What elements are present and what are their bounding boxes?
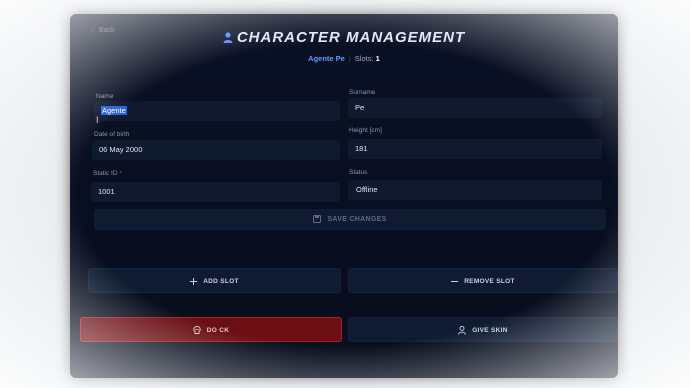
- slots-label: Slots:: [354, 54, 374, 63]
- minus-icon: [451, 280, 459, 282]
- remove-slot-label: REMOVE SLOT: [464, 278, 515, 285]
- ck-button[interactable]: DO CK: [80, 317, 342, 342]
- static-id-label: Static ID *: [93, 170, 122, 177]
- height-label: Height [cm]: [349, 127, 382, 134]
- status-label: Status: [349, 169, 368, 176]
- person-icon: [458, 325, 467, 335]
- give-skin-label: GIVE SKIN: [472, 327, 508, 334]
- add-slot-button[interactable]: ADD SLOT: [88, 268, 341, 293]
- dob-field[interactable]: 06 May 2000: [92, 140, 340, 160]
- save-changes-label: SAVE CHANGES: [327, 216, 387, 223]
- static-id-field[interactable]: 1001: [91, 182, 340, 202]
- remove-slot-button[interactable]: REMOVE SLOT: [348, 268, 618, 293]
- surname-field[interactable]: Pe: [348, 98, 602, 118]
- plus-icon: [190, 277, 198, 285]
- ck-label: DO CK: [206, 327, 230, 334]
- user-icon: [223, 32, 233, 43]
- name-label: Name: [96, 93, 114, 100]
- add-slot-label: ADD SLOT: [203, 278, 239, 285]
- give-skin-button[interactable]: GIVE SKIN: [348, 317, 618, 342]
- save-icon: [313, 215, 322, 224]
- character-management-panel: ← Back CHARACTER MANAGEMENT Agente Pe | Sl…: [70, 14, 618, 378]
- text-cursor-icon: I: [96, 115, 99, 125]
- title-text: CHARACTER MANAGEMENT: [236, 29, 466, 46]
- skull-icon: [193, 326, 201, 335]
- height-field[interactable]: 181: [348, 139, 602, 159]
- character-summary: Agente Pe | Slots: 1: [308, 54, 380, 63]
- name-field[interactable]: Agente: [94, 101, 340, 121]
- required-marker: *: [119, 170, 122, 177]
- save-changes-button[interactable]: SAVE CHANGES: [94, 209, 606, 230]
- status-field[interactable]: Offline: [348, 180, 602, 200]
- dob-label: Date of birth: [94, 131, 130, 138]
- surname-label: Surname: [349, 89, 376, 96]
- name-value: Agente: [101, 106, 127, 115]
- character-name: Agente Pe: [308, 54, 345, 63]
- slots-value: 1: [375, 54, 380, 63]
- page-title: CHARACTER MANAGEMENT: [70, 29, 618, 46]
